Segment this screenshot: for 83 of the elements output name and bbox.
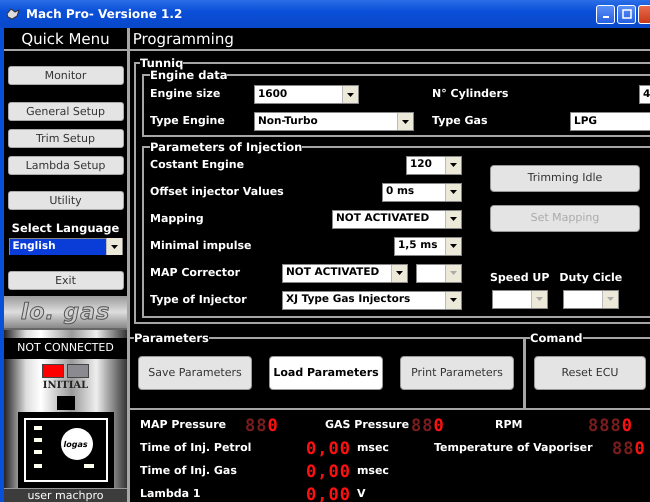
caret-icon (450, 298, 457, 302)
field-label: Mapping (150, 210, 205, 227)
field-label: Speed UP (490, 270, 550, 286)
dropdown[interactable]: NOT ACTIVATED (332, 210, 462, 228)
reading-label: GAS Pressure (325, 417, 410, 434)
menu-button[interactable]: General Setup (8, 102, 124, 121)
digital-readout: 880 (612, 440, 646, 458)
digital-readout: 880 (245, 416, 279, 434)
field-label: Select Language (10, 220, 120, 237)
caret-icon (396, 271, 403, 275)
brand-logo: lo. gas (20, 298, 110, 327)
window-title: Mach Pro- Versione 1.2 (26, 6, 184, 23)
caret-icon (450, 163, 457, 167)
menu-button[interactable]: Trim Setup (8, 129, 124, 148)
reading-label: Lambda 1 (140, 486, 202, 502)
dropdown[interactable]: LPG (570, 112, 650, 131)
field-label: N° Cylinders (432, 86, 510, 102)
field-label: Type Engine (150, 113, 226, 130)
panel-title: Quick Menu (4, 28, 127, 51)
device-logo: logas (64, 439, 88, 452)
action-button[interactable]: Print Parameters (400, 356, 514, 390)
connection-status: NOT CONNECTED (4, 338, 127, 359)
digital-readout: 0,00 (306, 462, 351, 480)
minimize-button[interactable] (596, 4, 615, 24)
close-button[interactable] (638, 4, 650, 24)
digital-readout: 0,00 (306, 440, 351, 458)
dropdown[interactable]: 1600 (254, 85, 359, 104)
dropdown[interactable]: Non-Turbo (254, 112, 414, 131)
reading-label: Time of Inj. Gas (140, 463, 238, 480)
unit-label: msec (356, 440, 389, 456)
field-label: Costant Engine (150, 156, 246, 173)
caret-icon (606, 297, 614, 301)
field-label: Duty Cicle (559, 270, 622, 286)
group-title: Parameters of Injection (150, 141, 302, 153)
reading-label: RPM (495, 417, 524, 434)
field-label: Offset injector Values (150, 184, 285, 200)
dropdown[interactable]: 120 (406, 156, 462, 174)
dropdown[interactable]: 0 ms (382, 182, 462, 202)
status-light (56, 396, 74, 410)
menu-button[interactable]: Monitor (8, 66, 124, 85)
caret-icon (450, 217, 457, 221)
field-label: Type of Injector (150, 292, 248, 308)
group-title: Parameters (134, 332, 209, 344)
caret-icon (402, 120, 409, 124)
action-button[interactable]: Save Parameters (138, 356, 252, 390)
action-button[interactable]: Trimming Idle (490, 165, 640, 192)
reading-label: Time of Inj. Petrol (140, 440, 252, 456)
group-title: Comand (530, 332, 583, 344)
maximize-icon (622, 9, 632, 19)
dropdown[interactable]: 1,5 ms (394, 236, 462, 256)
digital-readout: 8880 (588, 416, 633, 434)
digital-readout: 880 (411, 416, 445, 434)
exit-button[interactable]: Exit (8, 271, 124, 290)
user-label: user machpro (4, 488, 127, 502)
caret-icon (347, 92, 354, 96)
digital-readout: 0,00 (306, 486, 351, 502)
caret-icon (536, 297, 543, 301)
menu-button[interactable]: Lambda Setup (8, 156, 124, 175)
group-title: Tunniq (140, 57, 184, 69)
dropdown[interactable]: NOT ACTIVATED (282, 264, 408, 282)
dropdown[interactable]: 4 (639, 85, 650, 104)
caret-icon (450, 190, 457, 194)
page-title: Programming (130, 28, 650, 51)
unit-label: msec (356, 463, 389, 480)
dropdown[interactable]: XJ Type Gas Injectors (282, 290, 462, 310)
field-label: Engine size (150, 86, 222, 102)
field-label: Minimal impulse (150, 238, 253, 254)
action-button[interactable]: Load Parameters (269, 356, 383, 390)
caret-icon (450, 244, 457, 248)
field-label: Type Gas (432, 113, 489, 130)
action-button[interactable]: Reset ECU (534, 356, 646, 390)
menu-button[interactable]: Utility (8, 191, 124, 210)
unit-label: V (356, 486, 366, 502)
reading-label: Temperature of Vaporiser (434, 440, 594, 456)
app-icon (6, 8, 20, 20)
caret-icon (450, 271, 457, 275)
group-title: Engine data (150, 69, 228, 81)
caret-icon (110, 244, 118, 249)
language-dropdown[interactable]: English (8, 238, 122, 256)
reading-label: MAP Pressure (140, 417, 228, 434)
mode-label: INITIAL (42, 379, 88, 394)
maximize-button[interactable] (617, 4, 636, 24)
field-label: MAP Corrector (150, 264, 242, 281)
